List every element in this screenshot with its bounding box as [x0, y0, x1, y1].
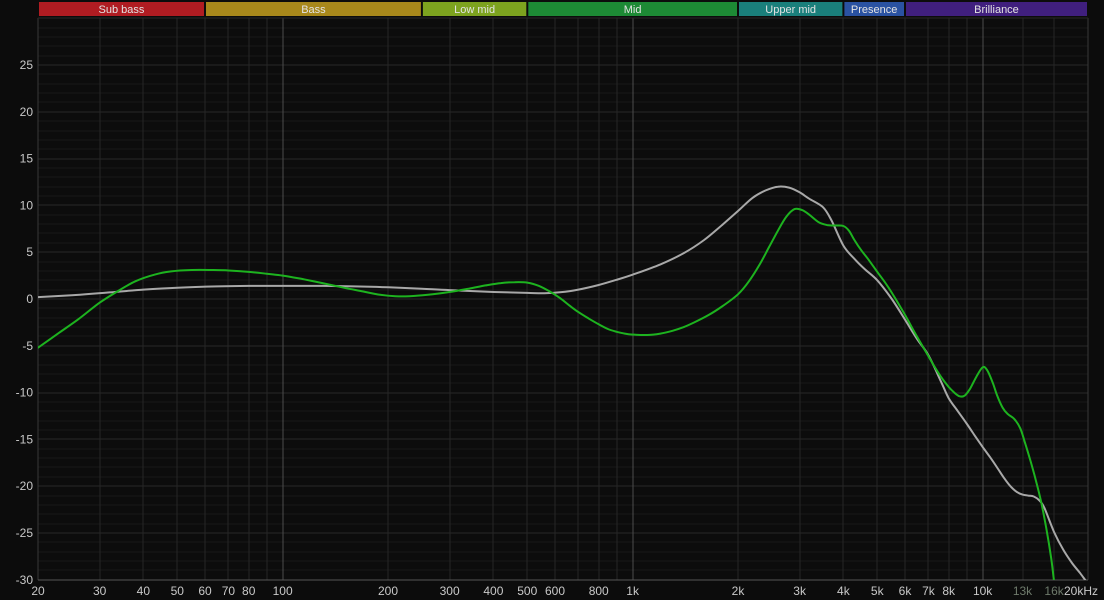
band-label: Presence: [851, 4, 897, 16]
x-tick-label: 30: [93, 584, 107, 598]
x-tick-label: 300: [440, 584, 460, 598]
x-tick-label: 3k: [793, 584, 807, 598]
y-tick-label: 15: [20, 152, 34, 166]
band-presence[interactable]: Presence: [844, 2, 904, 16]
band-upper-mid[interactable]: Upper mid: [739, 2, 842, 16]
x-tick-label: 4k: [837, 584, 851, 598]
x-tick-label: 400: [483, 584, 503, 598]
band-label: Low mid: [454, 4, 495, 16]
x-tick-label: 50: [171, 584, 185, 598]
y-tick-label: -5: [22, 339, 33, 353]
band-label: Mid: [624, 4, 642, 16]
y-tick-label: 20: [20, 105, 34, 119]
frequency-response-chart: SPL Sub bassBassLow midMidUpper midPrese…: [0, 0, 1104, 600]
x-tick-label: 200: [378, 584, 398, 598]
x-tick-label: 20: [31, 584, 45, 598]
x-tick-label: 20kHz: [1064, 584, 1098, 598]
x-tick-label: 40: [137, 584, 151, 598]
x-tick-label: 5k: [871, 584, 885, 598]
x-tick-label: 1k: [626, 584, 640, 598]
x-tick-label: 100: [273, 584, 293, 598]
x-tick-label: 60: [198, 584, 212, 598]
y-tick-label: -20: [16, 479, 34, 493]
y-tick-label: 25: [20, 58, 34, 72]
band-label: Sub bass: [99, 4, 145, 16]
y-tick-label: 0: [26, 292, 33, 306]
y-tick-label: 5: [26, 245, 33, 259]
y-tick-label: -10: [16, 386, 34, 400]
x-tick-label: 7k: [922, 584, 936, 598]
gridlines: [38, 18, 1088, 580]
band-label: Bass: [301, 4, 326, 16]
band-bass[interactable]: Bass: [206, 2, 421, 16]
x-tick-label: 800: [589, 584, 609, 598]
band-low-mid[interactable]: Low mid: [423, 2, 526, 16]
y-tick-label: -25: [16, 526, 34, 540]
x-tick-label: 16k: [1044, 584, 1064, 598]
band-sub-bass[interactable]: Sub bass: [39, 2, 204, 16]
x-tick-label: 500: [517, 584, 537, 598]
frequency-band-strip: Sub bass Bass Low mid Mid Upper mid Presence B…: [39, 2, 1087, 16]
y-tick-label: 10: [20, 198, 34, 212]
x-tick-label: 70: [222, 584, 236, 598]
x-tick-label: 2k: [732, 584, 746, 598]
x-tick-label: 10k: [973, 584, 993, 598]
x-tick-label: 600: [545, 584, 565, 598]
x-tick-label: 8k: [942, 584, 956, 598]
y-tick-label: -15: [16, 432, 34, 446]
chart-canvas: Sub bass Bass Low mid Mid Upper mid Presence B…: [0, 0, 1104, 600]
chart-background: [0, 0, 1104, 600]
x-tick-label: 80: [242, 584, 256, 598]
band-brilliance[interactable]: Brilliance: [906, 2, 1087, 16]
x-tick-label: 6k: [899, 584, 913, 598]
x-tick-label: 13k: [1013, 584, 1033, 598]
band-label: Brilliance: [974, 4, 1019, 16]
band-mid[interactable]: Mid: [528, 2, 737, 16]
band-label: Upper mid: [765, 4, 816, 16]
